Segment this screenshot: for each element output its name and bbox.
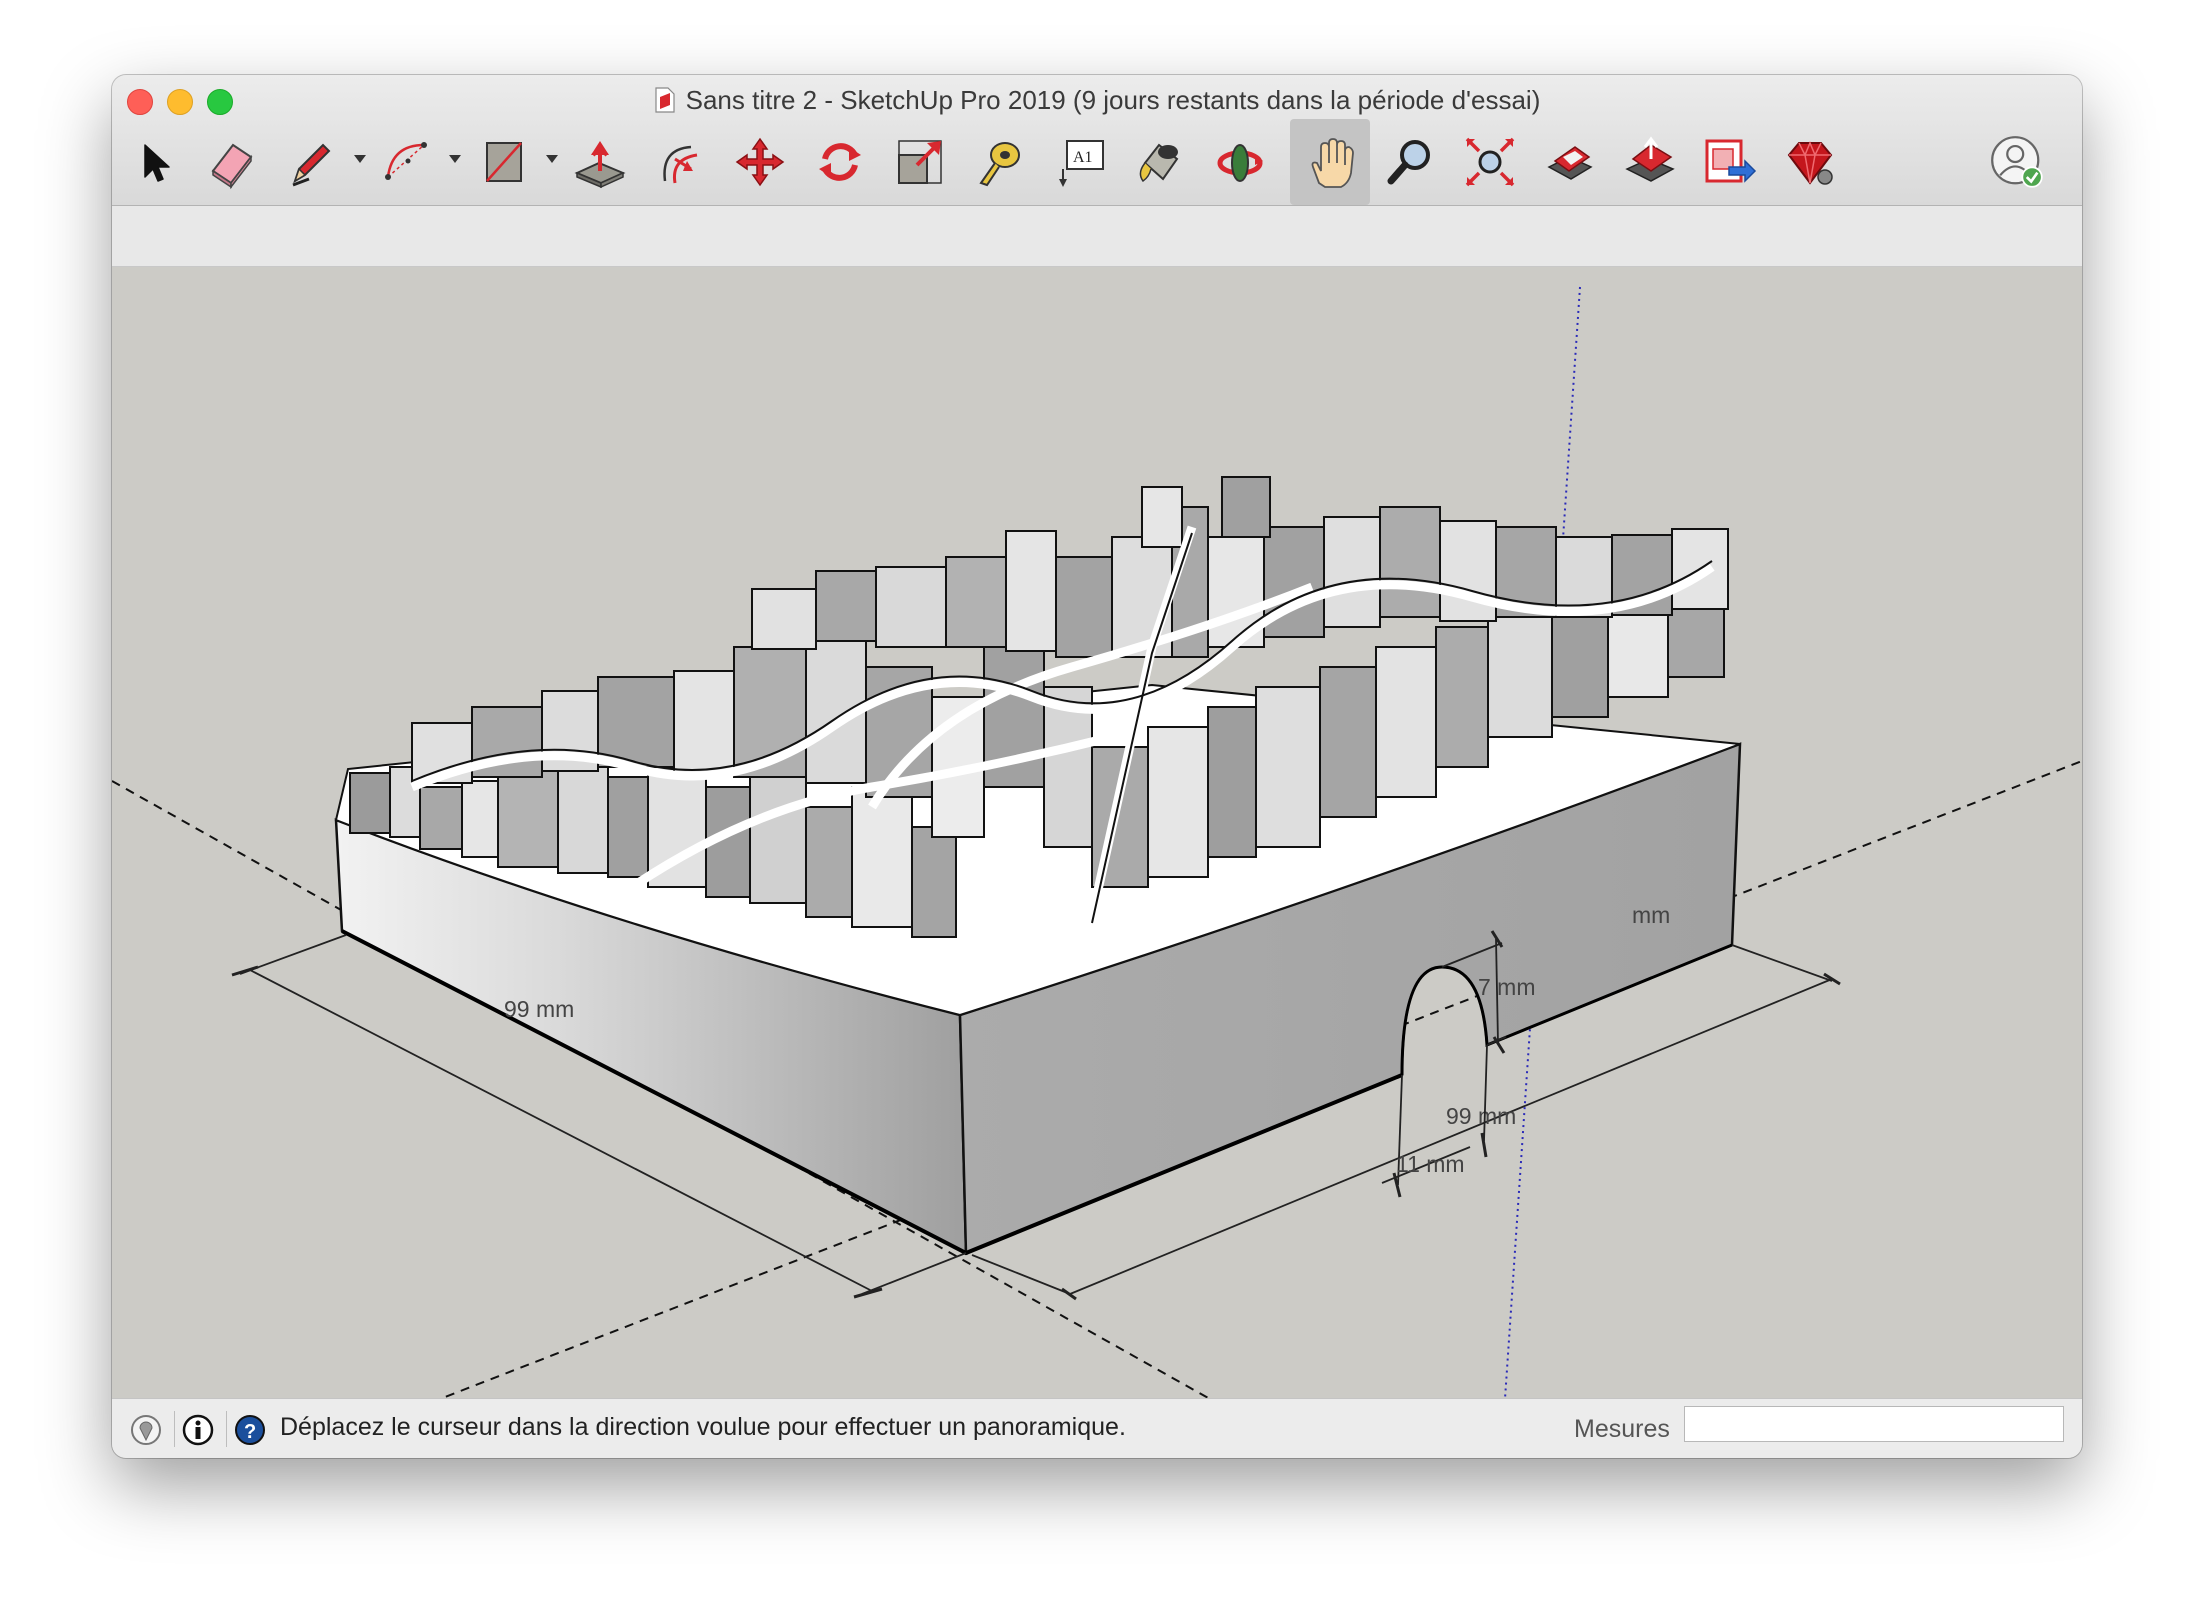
dimension-label-notch-width: 11 mm: [1396, 1151, 1465, 1177]
credits-icon: [182, 1414, 214, 1446]
extension-manager-tool-button[interactable]: [1770, 119, 1850, 205]
account-button[interactable]: [1982, 127, 2052, 197]
arc-icon: [385, 142, 427, 180]
offset-tool-button[interactable]: [640, 119, 720, 205]
modeling-viewport[interactable]: 99 mm 99 mm 11 mm 7 mm mm: [112, 267, 2082, 1458]
paint-bucket-tool-button[interactable]: [1120, 119, 1200, 205]
ruby-gem-icon: [1787, 141, 1833, 185]
geolocation-icon: [131, 1415, 161, 1445]
scene-tab-strip: [112, 206, 2082, 267]
rotate-icon: [819, 143, 861, 181]
help-button[interactable]: ?: [234, 1414, 266, 1446]
window-title-area: Sans titre 2 - SketchUp Pro 2019 (9 jour…: [112, 83, 2082, 117]
pencil-icon: [292, 143, 331, 187]
geolocation-button[interactable]: [130, 1414, 162, 1446]
dimension-label-side-depth: 99 mm: [1446, 1103, 1516, 1129]
magnifier-icon: [1387, 140, 1430, 185]
extension-warehouse-icon: [1705, 139, 1757, 183]
push-pull-icon: [574, 141, 626, 189]
zoom-extents-tool-button[interactable]: [1450, 119, 1530, 205]
arrow-cursor-icon: [144, 144, 170, 182]
hand-icon: [1311, 138, 1354, 188]
measurements-input[interactable]: [1684, 1406, 2064, 1442]
sketchup-window: Sans titre 2 - SketchUp Pro 2019 (9 jour…: [112, 75, 2082, 1458]
text-tool-button[interactable]: A1: [1040, 119, 1120, 205]
warehouse-tool-button[interactable]: [1530, 119, 1610, 205]
rectangle-icon: [486, 142, 522, 182]
dimension-label-back-partial: mm: [1632, 902, 1670, 928]
orbit-tool-button[interactable]: [1200, 119, 1280, 205]
text-tool-glyph: A1: [1073, 149, 1093, 166]
user-account-icon: [1991, 136, 2043, 188]
3d-warehouse-icon: [1547, 146, 1593, 180]
line-tool-dropdown-caret[interactable]: [354, 155, 366, 163]
status-separator: [226, 1411, 227, 1447]
toolbar: A1: [112, 119, 2082, 205]
status-bar: ? Déplacez le curseur dans la direction …: [112, 1398, 2082, 1458]
viewport-canvas[interactable]: 99 mm 99 mm 11 mm 7 mm mm: [112, 267, 2082, 1458]
help-icon: ?: [235, 1415, 265, 1445]
zoom-tool-button[interactable]: [1370, 119, 1450, 205]
status-message: Déplacez le curseur dans la direction vo…: [280, 1413, 1126, 1441]
select-tool-button[interactable]: [112, 119, 192, 205]
move-tool-button[interactable]: [720, 119, 800, 205]
eraser-icon: [211, 143, 253, 190]
sketchup-document-icon: [654, 87, 676, 113]
svg-text:?: ?: [244, 1421, 256, 1443]
title-bar: Sans titre 2 - SketchUp Pro 2019 (9 jour…: [112, 75, 2082, 206]
tape-measure-tool-button[interactable]: [960, 119, 1040, 205]
share-model-tool-button[interactable]: [1610, 119, 1690, 205]
pan-tool-button[interactable]: [1290, 119, 1370, 205]
move-arrows-icon: [735, 137, 785, 187]
extension-warehouse-tool-button[interactable]: [1690, 119, 1770, 205]
scale-icon: [898, 140, 942, 184]
measurements-label: Mesures: [1574, 1415, 1670, 1443]
scale-tool-button[interactable]: [880, 119, 960, 205]
arc-tool-button[interactable]: [367, 119, 447, 205]
tape-measure-icon: [979, 142, 1020, 187]
paint-bucket-icon: [1139, 143, 1179, 183]
arc-tool-dropdown-caret[interactable]: [449, 155, 461, 163]
line-tool-button[interactable]: [272, 119, 352, 205]
rotate-tool-button[interactable]: [800, 119, 880, 205]
rectangle-tool-button[interactable]: [464, 119, 544, 205]
share-model-icon: [1625, 136, 1675, 182]
window-title: Sans titre 2 - SketchUp Pro 2019 (9 jour…: [685, 84, 1541, 115]
offset-icon: [663, 145, 698, 184]
zoom-extents-icon: [1465, 137, 1515, 187]
dimension-label-front-width: 99 mm: [504, 996, 574, 1022]
rectangle-tool-dropdown-caret[interactable]: [546, 155, 558, 163]
orbit-icon: [1217, 144, 1263, 182]
dimension-label-notch-height: 7 mm: [1478, 974, 1536, 1000]
status-separator: [174, 1411, 175, 1447]
credits-button[interactable]: [182, 1414, 214, 1446]
text-a1-icon: A1: [1059, 140, 1104, 187]
push-pull-tool-button[interactable]: [560, 119, 640, 205]
eraser-tool-button[interactable]: [192, 119, 272, 205]
